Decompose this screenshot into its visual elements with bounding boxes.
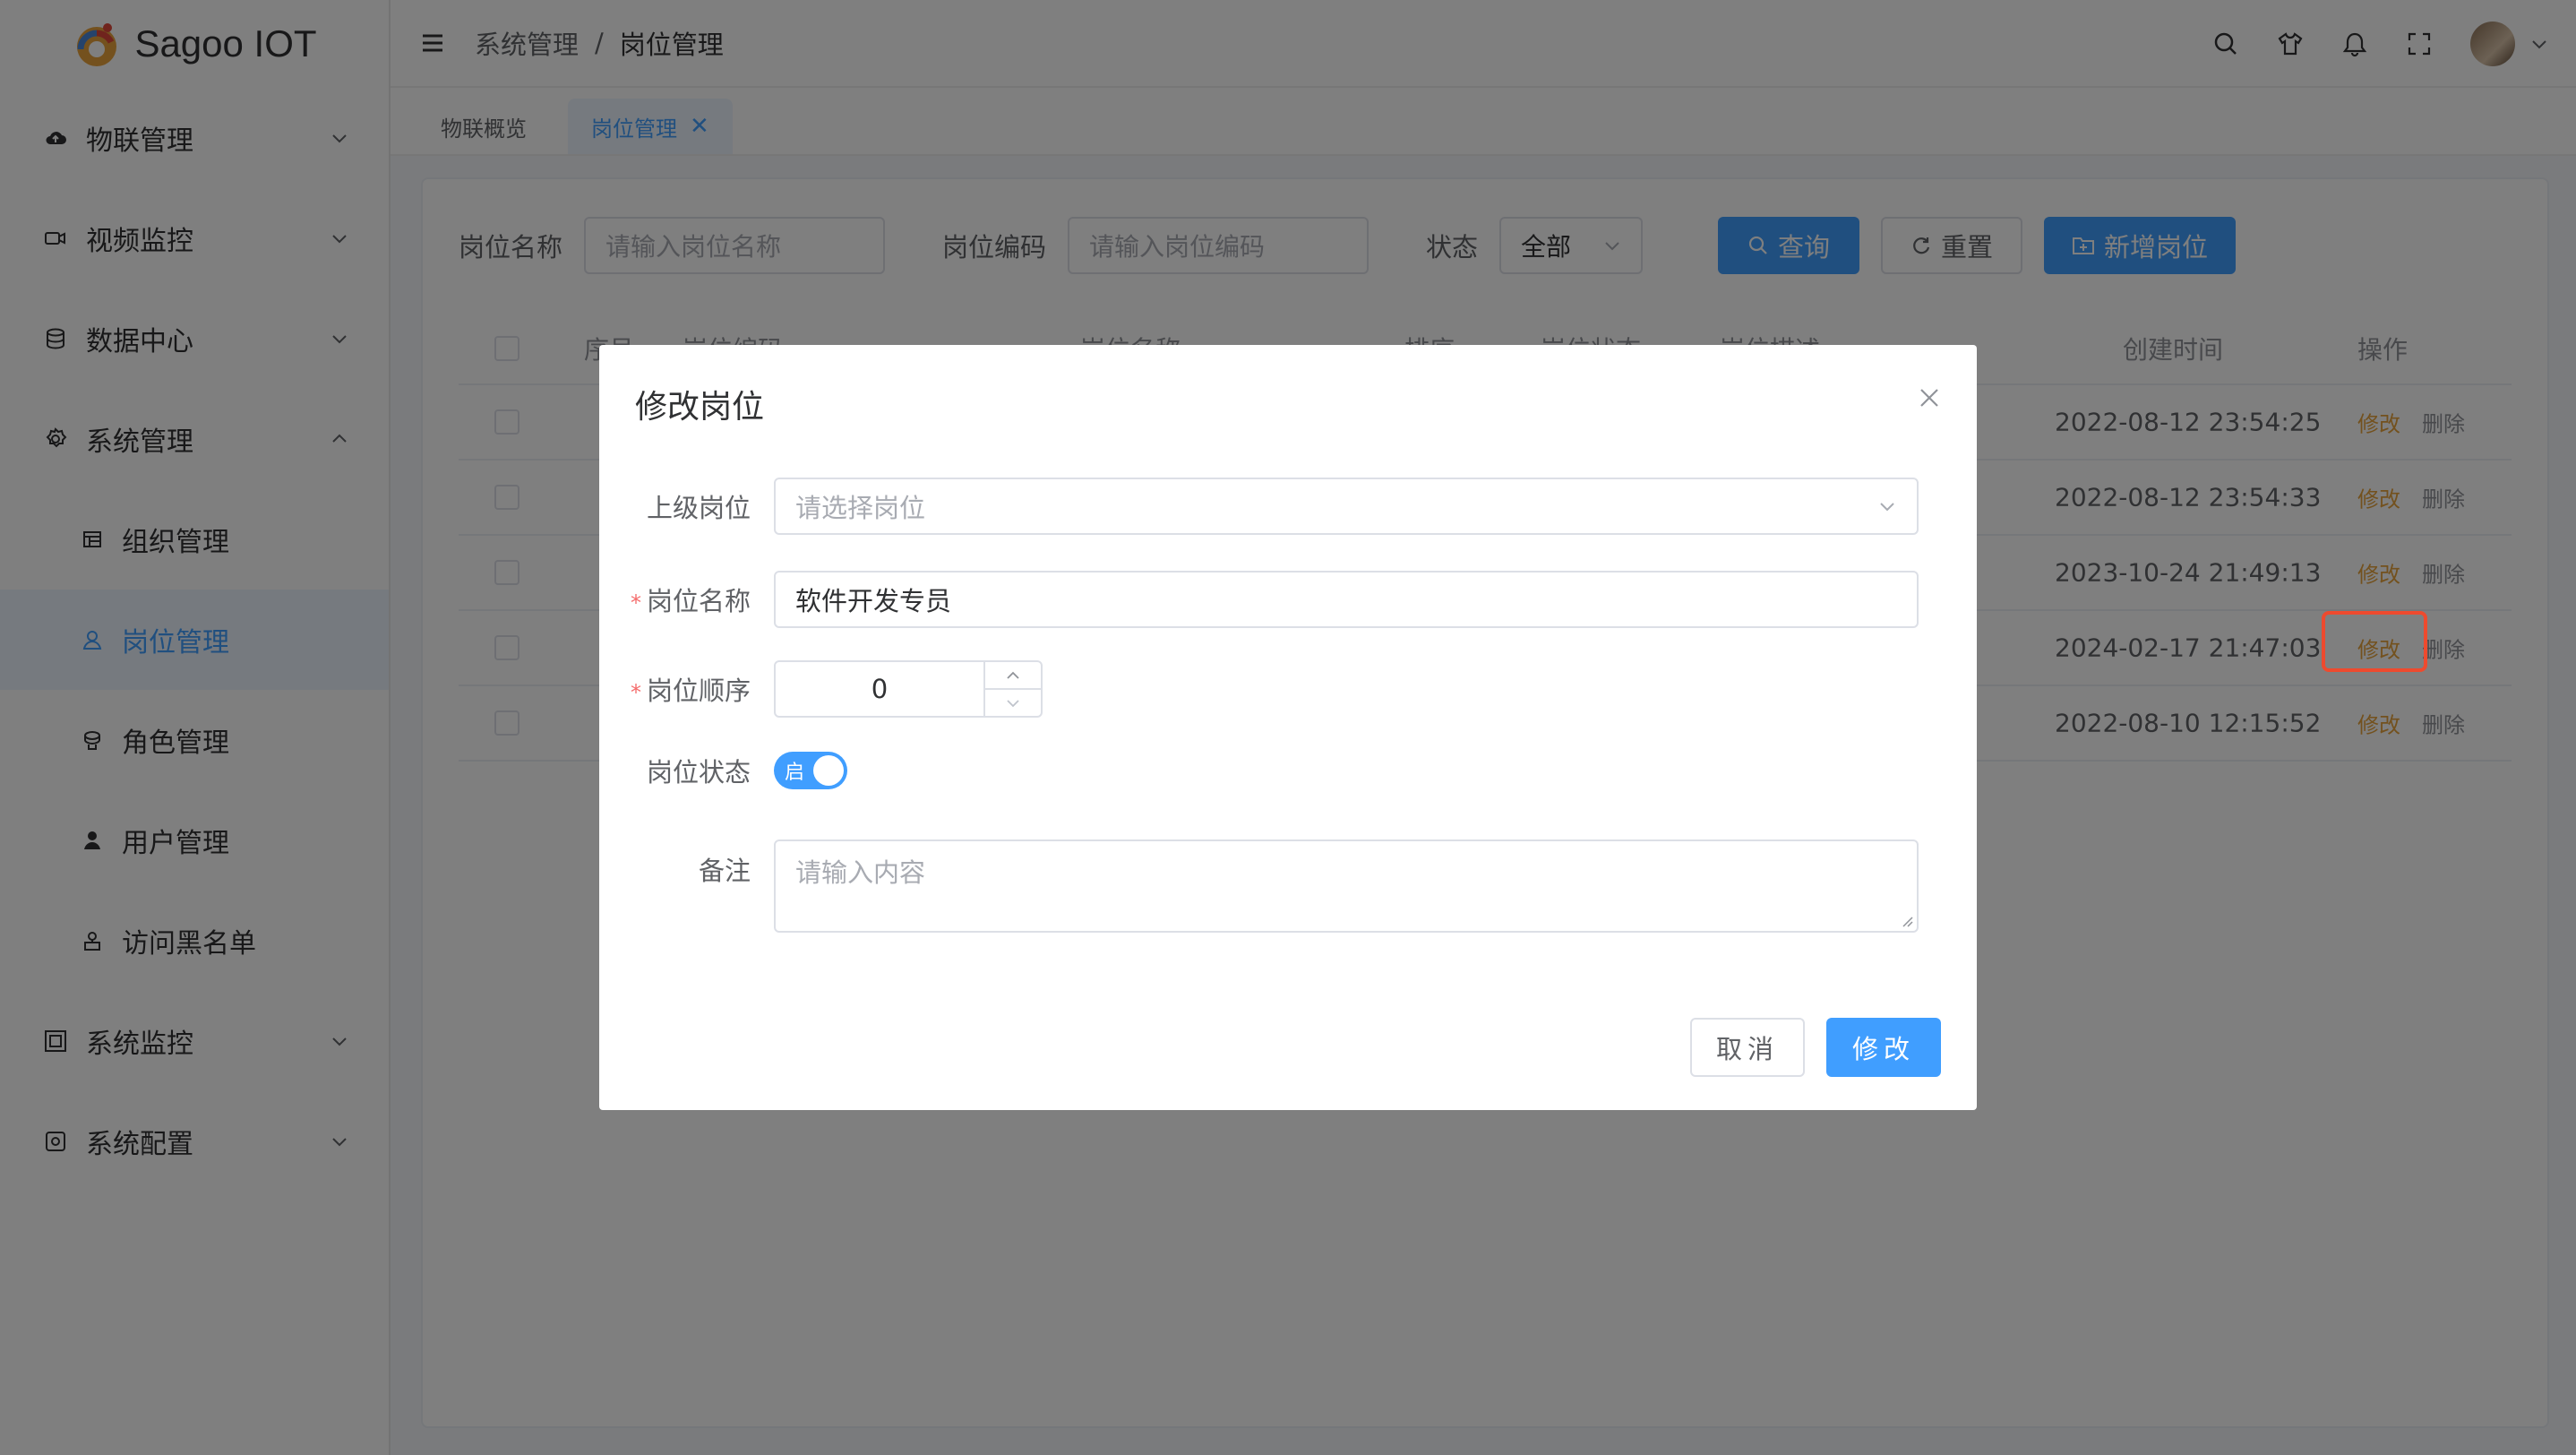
button-label: 取消 bbox=[1715, 1034, 1779, 1064]
label-text: 岗位顺序 bbox=[646, 676, 751, 706]
parent-post-select[interactable]: 请选择岗位 bbox=[774, 478, 1919, 535]
chevron-down-icon bbox=[1007, 699, 1019, 707]
post-status-switch[interactable]: 启 bbox=[774, 752, 847, 789]
resize-handle-icon[interactable] bbox=[1901, 915, 1913, 927]
post-status-label: 岗位状态 bbox=[646, 757, 751, 788]
close-icon[interactable] bbox=[1918, 386, 1941, 409]
button-label: 修改 bbox=[1851, 1034, 1915, 1064]
dialog-title: 修改岗位 bbox=[635, 389, 765, 426]
required-mark: * bbox=[630, 680, 641, 705]
post-order-stepper[interactable]: 0 bbox=[774, 660, 1043, 718]
placeholder: 请选择岗位 bbox=[795, 493, 926, 523]
edit-link-highlight bbox=[2322, 611, 2427, 672]
increment-button[interactable] bbox=[985, 662, 1041, 690]
stepper-value: 0 bbox=[871, 674, 889, 704]
decrement-button[interactable] bbox=[985, 690, 1041, 716]
switch-knob bbox=[813, 755, 844, 786]
remark-textarea[interactable]: 请输入内容 bbox=[774, 839, 1919, 933]
post-name-row: * 岗位名称 软件开发专员 bbox=[599, 571, 1977, 628]
chevron-up-icon bbox=[1007, 671, 1019, 679]
remark-row: 备注 请输入内容 bbox=[599, 839, 1977, 933]
post-status-row: 岗位状态 启 bbox=[599, 752, 1977, 789]
post-name-input[interactable]: 软件开发专员 bbox=[774, 571, 1919, 628]
switch-text: 启 bbox=[785, 762, 805, 784]
submit-edit-button[interactable]: 修改 bbox=[1826, 1018, 1941, 1077]
post-order-label: * 岗位顺序 bbox=[599, 670, 774, 708]
chevron-down-icon bbox=[1880, 503, 1894, 512]
stepper-arrows bbox=[983, 662, 1041, 716]
input-value: 软件开发专员 bbox=[795, 586, 952, 616]
post-order-row: * 岗位顺序 0 bbox=[599, 660, 1977, 718]
cancel-button[interactable]: 取消 bbox=[1690, 1018, 1805, 1077]
placeholder: 请输入内容 bbox=[795, 857, 926, 888]
edit-post-dialog: 修改岗位 上级岗位 请选择岗位 * 岗位名称 软件开发专员 * 岗位顺序 0 岗位状… bbox=[599, 345, 1977, 1110]
label-text: 岗位名称 bbox=[646, 586, 751, 616]
parent-post-label: 上级岗位 bbox=[646, 493, 751, 523]
post-name-label: * 岗位名称 bbox=[599, 581, 774, 618]
remark-label: 备注 bbox=[698, 856, 751, 886]
parent-post-row: 上级岗位 请选择岗位 bbox=[599, 478, 1977, 535]
required-mark: * bbox=[630, 590, 641, 616]
